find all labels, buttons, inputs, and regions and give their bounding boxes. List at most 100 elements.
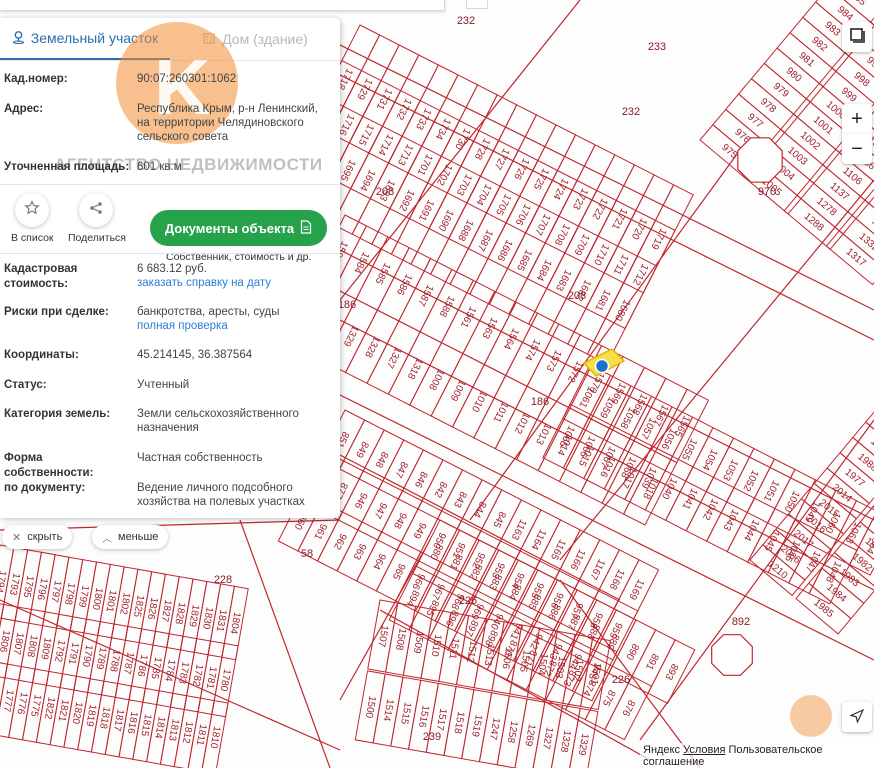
parcel-number-label: 1981 — [863, 536, 874, 559]
object-documents-button[interactable]: Документы объекта — [150, 210, 327, 246]
parcel-number-label: 1725 — [531, 166, 551, 191]
parcel-number-label: 1710 — [591, 242, 611, 267]
parcel-number-label: 961 — [311, 522, 329, 542]
zoom-in-button[interactable]: + — [842, 104, 872, 134]
zoom-in-label: + — [851, 108, 863, 131]
full-check-link[interactable]: полная проверка — [137, 319, 327, 333]
parcel-number-label: 1009 — [447, 378, 467, 403]
parcel-number-label: 2016 — [804, 513, 828, 536]
add-to-list-button[interactable] — [15, 193, 49, 227]
parcel-number-label: 1044 — [741, 518, 761, 543]
parcel-number-label: 1505 — [517, 649, 532, 673]
risk-label: Риски при сделке: — [4, 305, 134, 320]
land-category-label: Категория земель: — [4, 407, 134, 422]
parcel-number-label: 1318 — [405, 356, 425, 381]
parcel-number-label: 1984 — [824, 582, 848, 605]
parcel-number-label: 1512 — [464, 640, 479, 664]
parcel-number-label: 1327 — [540, 726, 555, 750]
cad-number-value[interactable]: 90:07:260301:1062 — [137, 72, 327, 86]
parcel-number-label: 1058 — [617, 405, 637, 430]
parcel-number-label: 1011 — [490, 400, 510, 425]
parcel-number-label: 1500 — [363, 695, 378, 719]
chevron-up-icon: ︿ — [102, 530, 112, 545]
road-boundary — [340, 455, 620, 600]
parcel-number-label: 1694 — [357, 168, 377, 193]
parcel-number-label: 1732 — [393, 97, 413, 122]
parcel-number-label: 1695 — [337, 158, 357, 183]
parcel-number-label: 1059 — [597, 395, 617, 420]
zoom-out-button[interactable]: − — [842, 134, 872, 164]
parcel-number-label: 1733 — [413, 107, 433, 132]
parcel-number-label: 1051 — [761, 478, 781, 503]
parcel-number-label: 1563 — [479, 315, 499, 340]
parcel-number-label: 849 — [353, 440, 371, 460]
district-label: 58 — [301, 548, 313, 560]
parcel-number-label: 1703 — [454, 172, 474, 197]
share-button[interactable] — [79, 193, 113, 227]
parcel-number-label: 964 — [370, 551, 388, 571]
parcel-number-label: 1517 — [434, 707, 449, 731]
parcel-number-label: 1513 — [482, 643, 497, 667]
parcel-number-label: 1585 — [372, 261, 392, 286]
agency-logo-watermark-small — [790, 695, 832, 737]
parcel-number-label: 1729 — [354, 77, 374, 102]
show-less-button[interactable]: ︿ меньше — [92, 525, 168, 549]
tab-house-label: Дом (здание) — [222, 31, 308, 47]
parcel-number-label: 1707 — [532, 212, 552, 237]
parcel-info-panel: Земельный участок Дом (здание) K Кад.ном… — [0, 18, 340, 518]
parcel-number-label: 846 — [412, 469, 430, 489]
status-value: Учтенный — [137, 378, 327, 392]
terms-link[interactable]: Условия — [683, 744, 725, 756]
parcel-number-label: 946 — [352, 491, 370, 511]
parcel-number-label: 875 — [600, 688, 618, 708]
parcel-number-label: 1137 — [828, 181, 852, 204]
locate-button[interactable] — [842, 702, 872, 732]
parcel-number-label: 1041 — [679, 486, 699, 511]
parcel-number-label: 1056 — [658, 426, 678, 451]
district-label: 233 — [648, 41, 666, 53]
district-label: 186 — [338, 299, 356, 311]
close-icon: ✕ — [12, 531, 21, 544]
hide-panel-button[interactable]: ✕ скрыть — [2, 525, 72, 549]
parcel-number-label: 1508 — [393, 627, 408, 651]
search-bar-edge — [0, 0, 445, 11]
share-label: Поделиться — [68, 232, 126, 244]
parcel-number-label: 1711 — [611, 252, 631, 277]
land-category-value: Земли сельскохозяйственного назначения — [137, 407, 327, 435]
district-label: 892 — [732, 616, 750, 628]
less-label: меньше — [118, 531, 158, 543]
divider — [0, 184, 340, 185]
parcel-number-label: 1989 — [868, 436, 874, 459]
parcel-number-label: 1690 — [435, 208, 455, 233]
parcel-number-label: 1040 — [659, 476, 679, 501]
parcel-number-label: 1708 — [552, 222, 572, 247]
parcel-number-label: 1507 — [375, 624, 390, 648]
parcel-number-label: 1106 — [840, 165, 864, 188]
parcel-number-label: 949 — [410, 520, 428, 540]
zoom-out-label: − — [851, 138, 863, 161]
parcel-number-label: 1510 — [428, 633, 443, 657]
ownership-label: Форма собственности: — [4, 451, 134, 481]
pin-icon — [12, 30, 25, 47]
parcel-number-label: 1514 — [380, 698, 395, 722]
parcel-number-label: 948 — [391, 510, 409, 530]
area-value: 601 кв.м — [137, 160, 327, 174]
attribution-brand: Яндекс — [643, 744, 680, 756]
order-certificate-link[interactable]: заказать справку на дату — [137, 276, 327, 290]
parcel-number-label: 1561 — [458, 305, 478, 330]
locate-icon — [850, 706, 864, 729]
parcel-number-label: 1288 — [802, 211, 826, 234]
parcel-number-label: 876 — [619, 698, 637, 718]
permitted-use-value: Ведение личного подсобного хозяйства на … — [137, 481, 327, 509]
parcel-number-label: 2014 — [830, 482, 854, 505]
parcel-number-label: 847 — [392, 460, 410, 480]
parcel-number-label: 1704 — [473, 182, 493, 207]
parcel-number-label: 1163 — [509, 517, 529, 542]
parcel-number-label: 1588 — [436, 294, 456, 319]
parcel-number-label: 1515 — [398, 701, 413, 725]
area-label: Уточненная площадь: — [4, 160, 134, 175]
cost-value: 6 683.12 руб. — [137, 262, 327, 276]
district-label: 186 — [531, 396, 549, 408]
parcel-number-label: 1329 — [341, 323, 361, 348]
layers-button[interactable] — [842, 22, 872, 52]
